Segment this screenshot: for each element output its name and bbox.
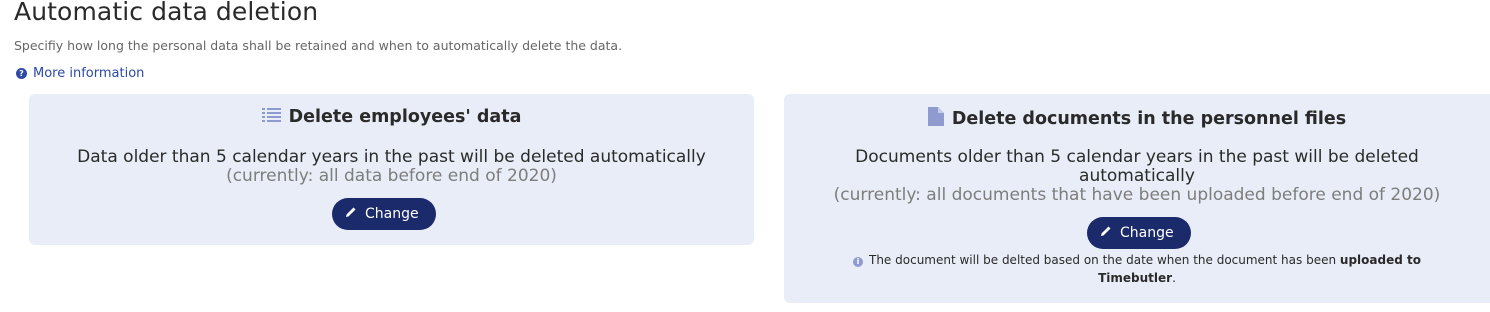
employees-current-text: (currently: all data before end of 2020) bbox=[226, 166, 557, 186]
pencil-icon bbox=[1100, 225, 1112, 241]
documents-retention-rule: Documents older than 5 calendar years in… bbox=[784, 148, 1490, 205]
change-button-label: Change bbox=[365, 206, 419, 222]
note-prefix: The document will be delted based on the… bbox=[869, 253, 1337, 267]
card-title-documents-label: Delete documents in the personnel files bbox=[951, 109, 1347, 129]
documents-rule-line2: automatically bbox=[1079, 166, 1195, 186]
pencil-icon bbox=[345, 206, 357, 222]
card-title-employees-label: Delete employees' data bbox=[288, 107, 522, 127]
change-employees-retention-button[interactable]: Change bbox=[332, 198, 436, 230]
question-circle-icon: ? bbox=[16, 68, 27, 79]
more-information-link[interactable]: ? More information bbox=[16, 66, 144, 81]
page-title: Automatic data deletion bbox=[14, 0, 319, 26]
delete-documents-card: Delete documents in the personnel files … bbox=[784, 94, 1490, 303]
more-information-label: More information bbox=[33, 66, 145, 81]
list-icon bbox=[261, 107, 281, 127]
delete-employees-data-card: Delete employees' data Data older than 5… bbox=[29, 94, 754, 245]
info-circle-icon: i bbox=[853, 257, 863, 267]
note-suffix: . bbox=[1172, 271, 1176, 285]
note-bold-uploaded: uploaded to bbox=[1339, 253, 1421, 267]
change-documents-retention-button[interactable]: Change bbox=[1087, 217, 1191, 249]
employees-retention-rule: Data older than 5 calendar years in the … bbox=[29, 148, 754, 186]
documents-rule-line1: Documents older than 5 calendar years in… bbox=[855, 147, 1419, 167]
note-bold-timebutler: Timebutler bbox=[1098, 271, 1173, 285]
page-subtitle: Specifiy how long the personal data shal… bbox=[14, 38, 623, 53]
change-button-label: Change bbox=[1120, 225, 1174, 241]
card-title-documents: Delete documents in the personnel files bbox=[784, 107, 1490, 131]
employees-rule-text: Data older than 5 calendar years in the … bbox=[77, 147, 706, 167]
documents-info-note: i The document will be delted based on th… bbox=[784, 251, 1490, 287]
document-icon bbox=[927, 107, 944, 131]
card-title-employees: Delete employees' data bbox=[29, 107, 754, 127]
documents-current-text: (currently: all documents that have been… bbox=[833, 185, 1441, 205]
